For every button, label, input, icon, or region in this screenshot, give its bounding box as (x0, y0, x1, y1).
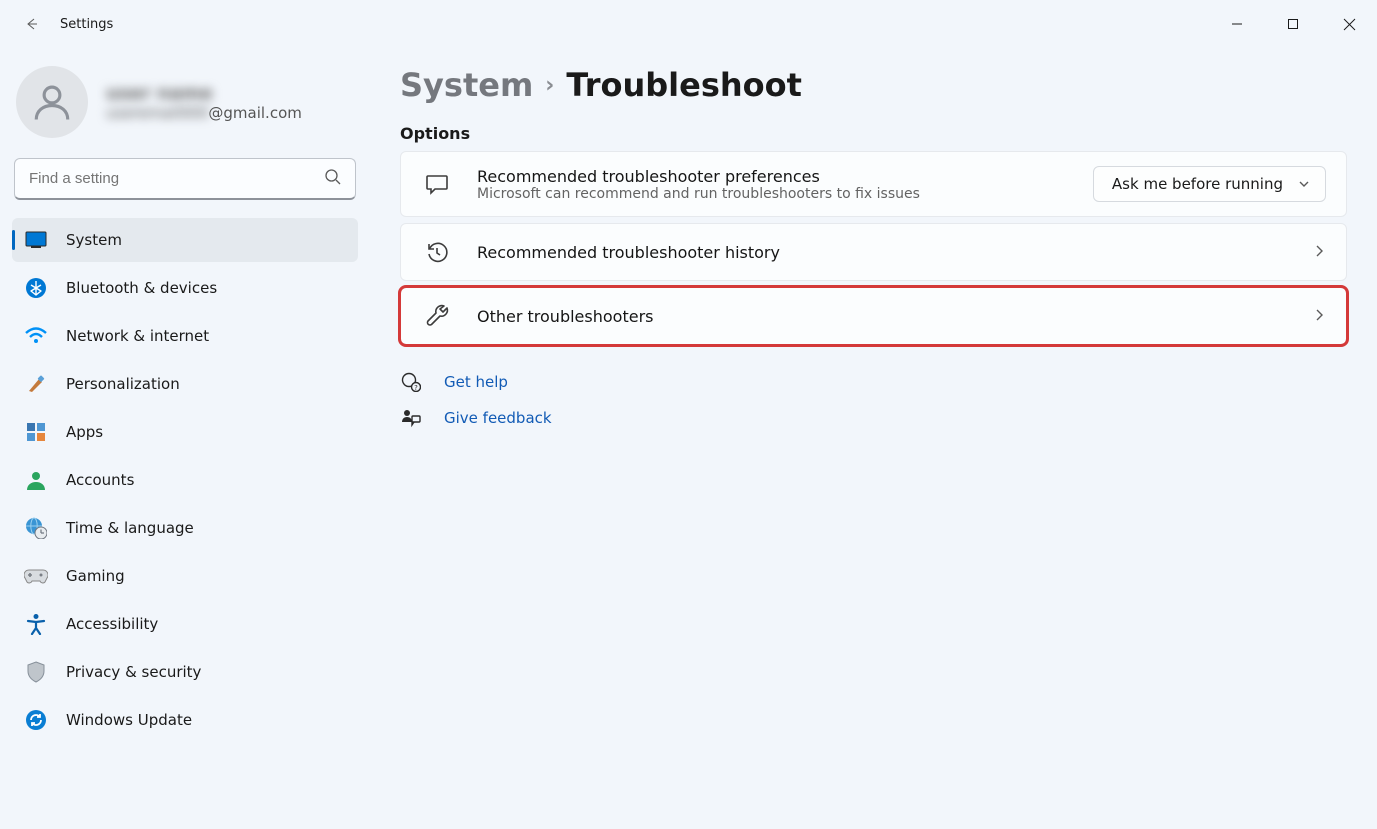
card-body: Recommended troubleshooter history (477, 243, 1300, 262)
search-input[interactable] (14, 158, 356, 200)
arrow-left-icon (24, 16, 40, 32)
update-icon (24, 708, 48, 732)
search-wrap (14, 158, 356, 200)
back-button[interactable] (16, 8, 48, 40)
nav-label: Bluetooth & devices (66, 279, 217, 297)
card-body: Recommended troubleshooter preferences M… (477, 167, 1093, 202)
account-icon (24, 468, 48, 492)
nav-label: System (66, 231, 122, 249)
card-troubleshooter-prefs: Recommended troubleshooter preferences M… (400, 151, 1347, 217)
get-help-link[interactable]: ? Get help (400, 371, 1347, 393)
breadcrumb-current: Troubleshoot (566, 66, 802, 104)
sidebar: user name useremail000@gmail.com System (0, 48, 370, 829)
apps-icon (24, 420, 48, 444)
chevron-right-icon (1312, 307, 1326, 326)
window-title: Settings (60, 17, 113, 32)
nav-label: Gaming (66, 567, 125, 585)
clock-globe-icon (24, 516, 48, 540)
chat-icon (423, 170, 451, 198)
nav-label: Personalization (66, 375, 180, 393)
avatar (16, 66, 88, 138)
maximize-icon (1287, 18, 1299, 30)
profile-block[interactable]: user name useremail000@gmail.com (12, 58, 358, 152)
nav-update[interactable]: Windows Update (12, 698, 358, 742)
close-button[interactable] (1321, 4, 1377, 44)
nav-time[interactable]: Time & language (12, 506, 358, 550)
nav-bluetooth[interactable]: Bluetooth & devices (12, 266, 358, 310)
give-feedback-link[interactable]: Give feedback (400, 407, 1347, 429)
nav-personalization[interactable]: Personalization (12, 362, 358, 406)
link-label: Give feedback (444, 409, 552, 427)
profile-text: user name useremail000@gmail.com (106, 83, 302, 122)
chevron-down-icon (1297, 177, 1311, 191)
minimize-button[interactable] (1209, 4, 1265, 44)
gamepad-icon (24, 564, 48, 588)
section-label: Options (400, 124, 1347, 143)
svg-text:?: ? (414, 384, 418, 392)
nav-accessibility[interactable]: Accessibility (12, 602, 358, 646)
card-title: Other troubleshooters (477, 307, 1300, 326)
breadcrumb-parent[interactable]: System (400, 66, 533, 104)
nav-label: Accessibility (66, 615, 158, 633)
card-title: Recommended troubleshooter history (477, 243, 1300, 262)
nav-system[interactable]: System (12, 218, 358, 262)
history-icon (423, 238, 451, 266)
dropdown-value: Ask me before running (1112, 175, 1283, 193)
nav-accounts[interactable]: Accounts (12, 458, 358, 502)
nav-label: Accounts (66, 471, 134, 489)
nav-label: Windows Update (66, 711, 192, 729)
profile-name: user name (106, 83, 302, 104)
nav-list: System Bluetooth & devices Network & int… (12, 218, 358, 742)
maximize-button[interactable] (1265, 4, 1321, 44)
profile-email: useremail000@gmail.com (106, 104, 302, 122)
nav-privacy[interactable]: Privacy & security (12, 650, 358, 694)
nav-label: Apps (66, 423, 103, 441)
link-label: Get help (444, 373, 508, 391)
paintbrush-icon (24, 372, 48, 396)
card-other-troubleshooters[interactable]: Other troubleshooters (400, 287, 1347, 345)
minimize-icon (1231, 18, 1243, 30)
nav-apps[interactable]: Apps (12, 410, 358, 454)
help-icon: ? (400, 371, 422, 393)
search-icon (324, 168, 342, 190)
chevron-right-icon: › (545, 73, 554, 98)
chevron-right-icon (1312, 243, 1326, 262)
nav-label: Privacy & security (66, 663, 201, 681)
window-controls (1209, 4, 1377, 44)
display-icon (24, 228, 48, 252)
prefs-dropdown[interactable]: Ask me before running (1093, 166, 1326, 202)
card-troubleshooter-history[interactable]: Recommended troubleshooter history (400, 223, 1347, 281)
card-subtitle: Microsoft can recommend and run troubles… (477, 186, 1093, 202)
person-icon (31, 81, 73, 123)
nav-label: Network & internet (66, 327, 209, 345)
close-icon (1343, 18, 1356, 31)
titlebar: Settings (0, 0, 1377, 48)
wifi-icon (24, 324, 48, 348)
help-links: ? Get help Give feedback (400, 371, 1347, 429)
accessibility-icon (24, 612, 48, 636)
wrench-icon (423, 302, 451, 330)
card-body: Other troubleshooters (477, 307, 1300, 326)
feedback-icon (400, 407, 422, 429)
content-area: System › Troubleshoot Options Recommende… (370, 48, 1377, 829)
nav-label: Time & language (66, 519, 194, 537)
nav-gaming[interactable]: Gaming (12, 554, 358, 598)
bluetooth-icon (24, 276, 48, 300)
nav-network[interactable]: Network & internet (12, 314, 358, 358)
breadcrumb: System › Troubleshoot (400, 66, 1347, 104)
card-title: Recommended troubleshooter preferences (477, 167, 1093, 186)
shield-icon (24, 660, 48, 684)
